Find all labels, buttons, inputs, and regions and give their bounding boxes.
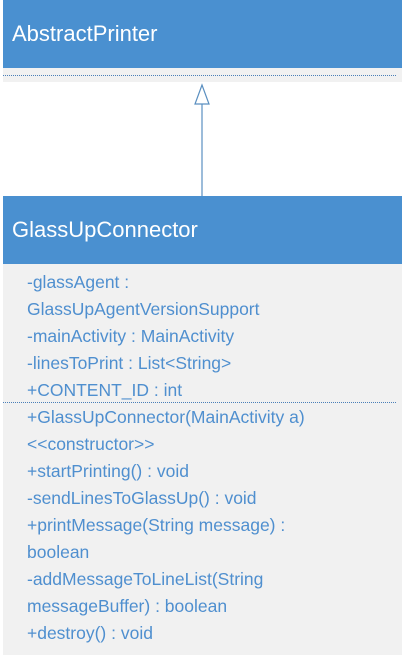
attribute-line: -mainActivity : MainActivity xyxy=(27,326,235,346)
attribute-line: -linesToPrint : List<String> xyxy=(27,353,232,373)
operation-line: +destroy() : void xyxy=(27,623,153,643)
operation-line: messageBuffer) : boolean xyxy=(27,596,228,616)
operation-line: -addMessageToLineList(String xyxy=(27,569,264,589)
operation-line: +GlassUpConnector(MainActivity a) xyxy=(27,407,305,427)
glassup-connector-header: GlassUpConnector xyxy=(3,196,402,264)
inheritance-arrowhead xyxy=(194,83,210,105)
operation-line: +startPrinting() : void xyxy=(27,461,189,481)
operations-section: +GlassUpConnector(MainActivity a) <<cons… xyxy=(3,403,402,655)
glassup-connector-class: GlassUpConnector -glassAgent : GlassUpAg… xyxy=(3,196,402,655)
operation-line: <<constructor>> xyxy=(27,434,155,454)
operation-line: boolean xyxy=(27,542,90,562)
attribute-line: +CONTENT_ID : int xyxy=(27,380,183,400)
attributes-section: -glassAgent : GlassUpAgentVersionSupport… xyxy=(3,264,402,402)
operation-line: +printMessage(String message) : xyxy=(27,515,286,535)
attribute-line: GlassUpAgentVersionSupport xyxy=(27,299,260,319)
operation-line: -sendLinesToGlassUp() : void xyxy=(27,488,257,508)
glassup-connector-name: GlassUpConnector xyxy=(12,217,198,242)
attribute-line: -glassAgent : xyxy=(27,272,130,292)
